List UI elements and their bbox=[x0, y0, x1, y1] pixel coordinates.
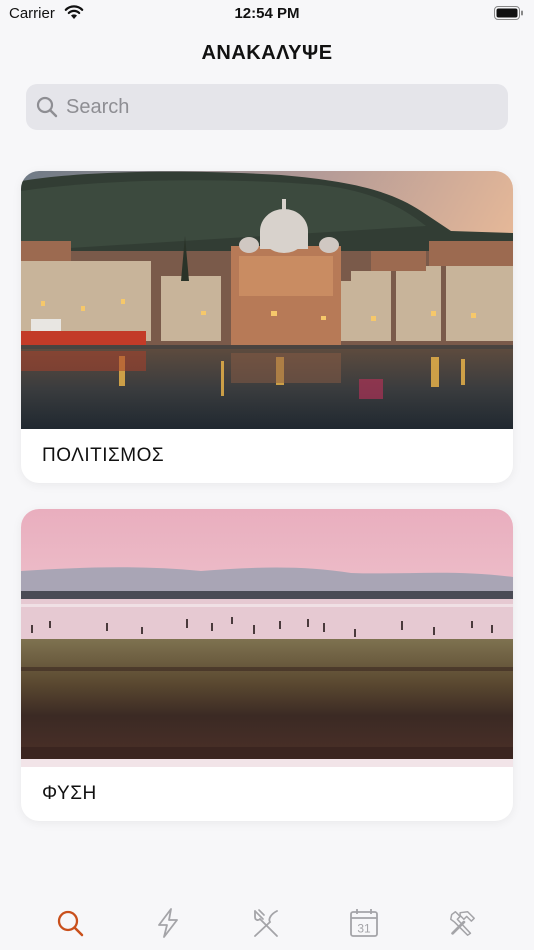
battery-icon bbox=[494, 6, 523, 20]
calendar-icon: 31 bbox=[350, 909, 378, 937]
tab-calendar[interactable]: 31 bbox=[349, 908, 379, 938]
calendar-day-number: 31 bbox=[357, 922, 371, 936]
category-label-culture: ΠΟΛΙΤΙΣΜΟΣ bbox=[42, 445, 165, 466]
search-input[interactable] bbox=[66, 84, 496, 130]
culture-photo bbox=[21, 171, 513, 429]
search-icon bbox=[36, 96, 58, 118]
status-bar: Carrier 12:54 PM bbox=[0, 0, 534, 30]
tab-events[interactable] bbox=[153, 908, 183, 938]
category-label-nature: ΦΥΣΗ bbox=[42, 783, 97, 804]
tab-bar: 31 bbox=[0, 890, 534, 950]
tab-food[interactable] bbox=[251, 908, 281, 938]
search-bar[interactable] bbox=[26, 84, 508, 130]
nature-photo bbox=[21, 509, 513, 767]
tools-icon bbox=[450, 911, 475, 936]
tab-tools[interactable] bbox=[447, 908, 477, 938]
tab-discover[interactable] bbox=[55, 908, 85, 938]
category-card-culture[interactable]: ΠΟΛΙΤΙΣΜΟΣ bbox=[21, 171, 513, 483]
search-icon bbox=[57, 910, 84, 937]
status-time: 12:54 PM bbox=[234, 5, 300, 22]
lightning-icon bbox=[158, 908, 178, 938]
fork-knife-icon bbox=[254, 909, 278, 937]
category-card-nature[interactable]: ΦΥΣΗ bbox=[21, 509, 513, 821]
page-title: ΑΝΑΚΑΛΥΨΕ bbox=[201, 42, 333, 64]
